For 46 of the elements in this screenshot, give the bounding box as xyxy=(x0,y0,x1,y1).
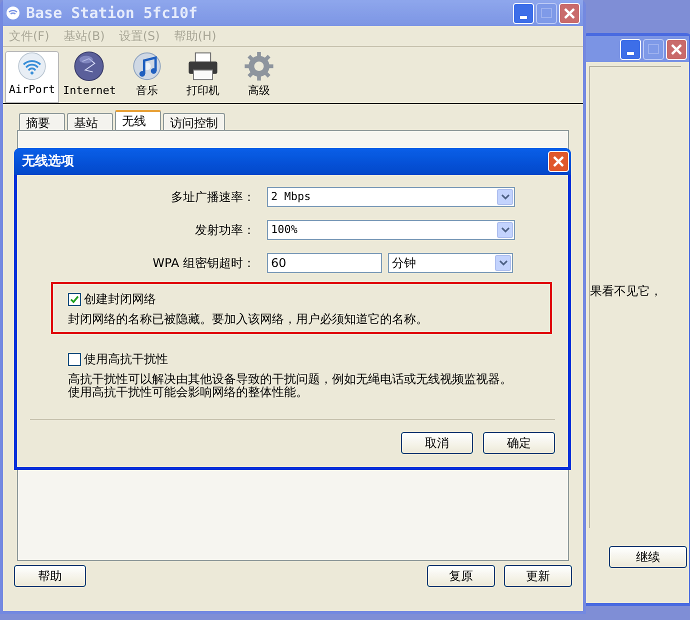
toolbar-tab[interactable]: Internet xyxy=(61,51,118,103)
field-label: 多址广播速率： xyxy=(170,189,256,206)
globe-icon xyxy=(73,51,106,82)
description-text: 封闭网络的名称已被隐藏。要加入该网络，用户必须知道它的名称。 xyxy=(68,313,429,326)
dropdown[interactable]: 分钟 xyxy=(388,253,513,273)
description-text: 高抗干扰性可以解决由其他设备导致的干扰问题，例如无绳电话或无线视频监视器。 xyxy=(68,373,513,386)
dialog-button[interactable]: 取消 xyxy=(401,432,473,454)
dialog-button[interactable]: 确定 xyxy=(483,432,555,454)
minimize-button[interactable] xyxy=(620,38,641,60)
toolbar-tab[interactable]: 高级 xyxy=(232,51,286,103)
description-text: 使用高抗干扰性可能会影响网络的整体性能。 xyxy=(68,386,309,399)
tab[interactable]: 摘要 xyxy=(19,113,65,130)
continue-button[interactable]: 继续 xyxy=(609,546,687,568)
footer-button[interactable]: 复原 xyxy=(427,565,495,587)
music-note-icon xyxy=(130,51,163,82)
window-title: Base Station 5fc10f xyxy=(26,2,199,24)
close-button[interactable] xyxy=(548,151,569,172)
checkbox[interactable] xyxy=(68,292,81,306)
close-icon xyxy=(552,155,565,168)
checkbox-label[interactable]: 使用高抗干扰性 xyxy=(84,350,168,368)
toolbar-tab[interactable]: AirPort xyxy=(5,51,59,103)
field-label: WPA 组密钥超时： xyxy=(152,255,256,272)
toolbar-tab[interactable]: 音乐 xyxy=(120,51,174,103)
body-text: 果看不见它， xyxy=(590,284,662,298)
close-button[interactable] xyxy=(559,2,580,24)
printer-icon xyxy=(186,51,220,82)
dialog-title: 无线选项 xyxy=(20,152,75,171)
close-icon xyxy=(670,42,683,56)
checkbox[interactable] xyxy=(68,352,81,366)
footer-button[interactable]: 更新 xyxy=(504,565,572,587)
dropdown[interactable]: 2 Mbps xyxy=(267,187,515,207)
wifi-icon xyxy=(15,52,49,80)
wifi-icon xyxy=(6,6,20,20)
minimize-button[interactable] xyxy=(513,2,534,24)
toolbar-tab[interactable]: 打印机 xyxy=(176,51,230,103)
input-field[interactable]: 60 xyxy=(267,253,382,273)
close-button[interactable] xyxy=(666,38,687,60)
gear-icon xyxy=(242,51,275,82)
tab[interactable]: 无线 xyxy=(115,110,161,130)
checkbox-label[interactable]: 创建封闭网络 xyxy=(84,290,156,308)
dropdown[interactable]: 100% xyxy=(267,220,515,240)
tab[interactable]: 基站 xyxy=(67,113,113,130)
close-icon xyxy=(563,6,576,20)
field-label: 发射功率： xyxy=(194,222,256,239)
tab[interactable]: 访问控制 xyxy=(163,113,225,130)
help-button[interactable]: 帮助 xyxy=(14,565,86,587)
